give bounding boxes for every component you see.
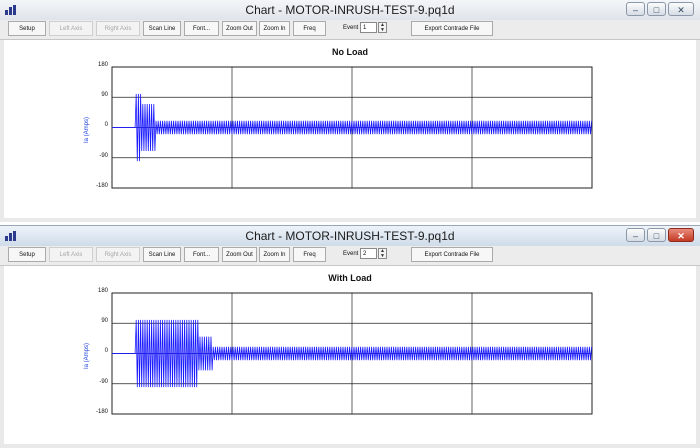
y-axis-label: Ia (Amps) — [84, 117, 90, 144]
toolbar: Setup Left Axis Right Axis Scan Line Fon… — [0, 20, 700, 40]
y-tick-label: -180 — [95, 183, 108, 189]
window-title: Chart - MOTOR-INRUSH-TEST-9.pq1d — [245, 229, 455, 243]
zoom-in-button[interactable]: Zoom In — [259, 247, 290, 262]
minimize-icon[interactable]: – — [626, 2, 645, 16]
setup-button[interactable]: Setup — [8, 247, 46, 262]
title-bar[interactable]: Chart - MOTOR-INRUSH-TEST-9.pq1d – □ ✕ — [0, 0, 700, 20]
y-tick-label: 90 — [101, 318, 108, 324]
title-bar[interactable]: Chart - MOTOR-INRUSH-TEST-9.pq1d – □ ✕ — [0, 226, 700, 246]
event-spinner[interactable]: ▲ ▼ — [378, 248, 387, 259]
scan-line-button[interactable]: Scan Line — [143, 247, 181, 262]
y-tick-label: 0 — [104, 122, 108, 128]
close-icon[interactable]: ✕ — [668, 2, 694, 16]
chart-panel: With Load Ia (Amps) 180 90 0 -90 -180 — [4, 266, 696, 444]
minimize-icon[interactable]: – — [626, 228, 645, 242]
scan-line-button[interactable]: Scan Line — [143, 21, 181, 36]
y-tick-label: -90 — [99, 379, 108, 385]
y-tick-label: -90 — [99, 153, 108, 159]
right-axis-button[interactable]: Right Axis — [96, 247, 140, 262]
maximize-icon[interactable]: □ — [647, 228, 666, 242]
event-input[interactable]: 1 — [360, 22, 377, 33]
font-button[interactable]: Font... — [184, 247, 219, 262]
chart-window-1: Chart - MOTOR-INRUSH-TEST-9.pq1d – □ ✕ S… — [0, 0, 700, 222]
toolbar: Setup Left Axis Right Axis Scan Line Fon… — [0, 246, 700, 266]
close-icon[interactable]: ✕ — [668, 228, 694, 242]
chart-window-2: Chart - MOTOR-INRUSH-TEST-9.pq1d – □ ✕ S… — [0, 225, 700, 448]
export-comtrade-button[interactable]: Export Contrade File — [411, 21, 493, 36]
export-comtrade-button[interactable]: Export Contrade File — [411, 247, 493, 262]
y-axis-label: Ia (Amps) — [84, 343, 90, 370]
waveform-plot[interactable] — [111, 292, 593, 415]
y-tick-label: 0 — [104, 348, 108, 354]
event-spinner[interactable]: ▲ ▼ — [378, 22, 387, 33]
y-tick-label: 180 — [97, 62, 108, 68]
event-label: Event — [343, 25, 359, 31]
maximize-icon[interactable]: □ — [647, 2, 666, 16]
y-tick-label: -180 — [95, 409, 108, 415]
chart-title: With Load — [328, 273, 372, 283]
zoom-out-button[interactable]: Zoom Out — [222, 247, 257, 262]
setup-button[interactable]: Setup — [8, 21, 46, 36]
y-tick-label: 90 — [101, 92, 108, 98]
freq-button[interactable]: Freq — [293, 21, 326, 36]
zoom-in-button[interactable]: Zoom In — [259, 21, 290, 36]
freq-button[interactable]: Freq — [293, 247, 326, 262]
chart-panel: No Load Ia (Amps) 180 90 0 -90 -180 — [4, 40, 696, 218]
zoom-out-button[interactable]: Zoom Out — [222, 21, 257, 36]
y-tick-label: 180 — [97, 288, 108, 294]
left-axis-button[interactable]: Left Axis — [49, 247, 93, 262]
left-axis-button[interactable]: Left Axis — [49, 21, 93, 36]
window-title: Chart - MOTOR-INRUSH-TEST-9.pq1d — [245, 3, 455, 17]
event-label: Event — [343, 251, 359, 257]
chart-title: No Load — [332, 47, 368, 57]
right-axis-button[interactable]: Right Axis — [96, 21, 140, 36]
font-button[interactable]: Font... — [184, 21, 219, 36]
waveform-plot[interactable] — [111, 66, 593, 189]
event-input[interactable]: 2 — [360, 248, 377, 259]
